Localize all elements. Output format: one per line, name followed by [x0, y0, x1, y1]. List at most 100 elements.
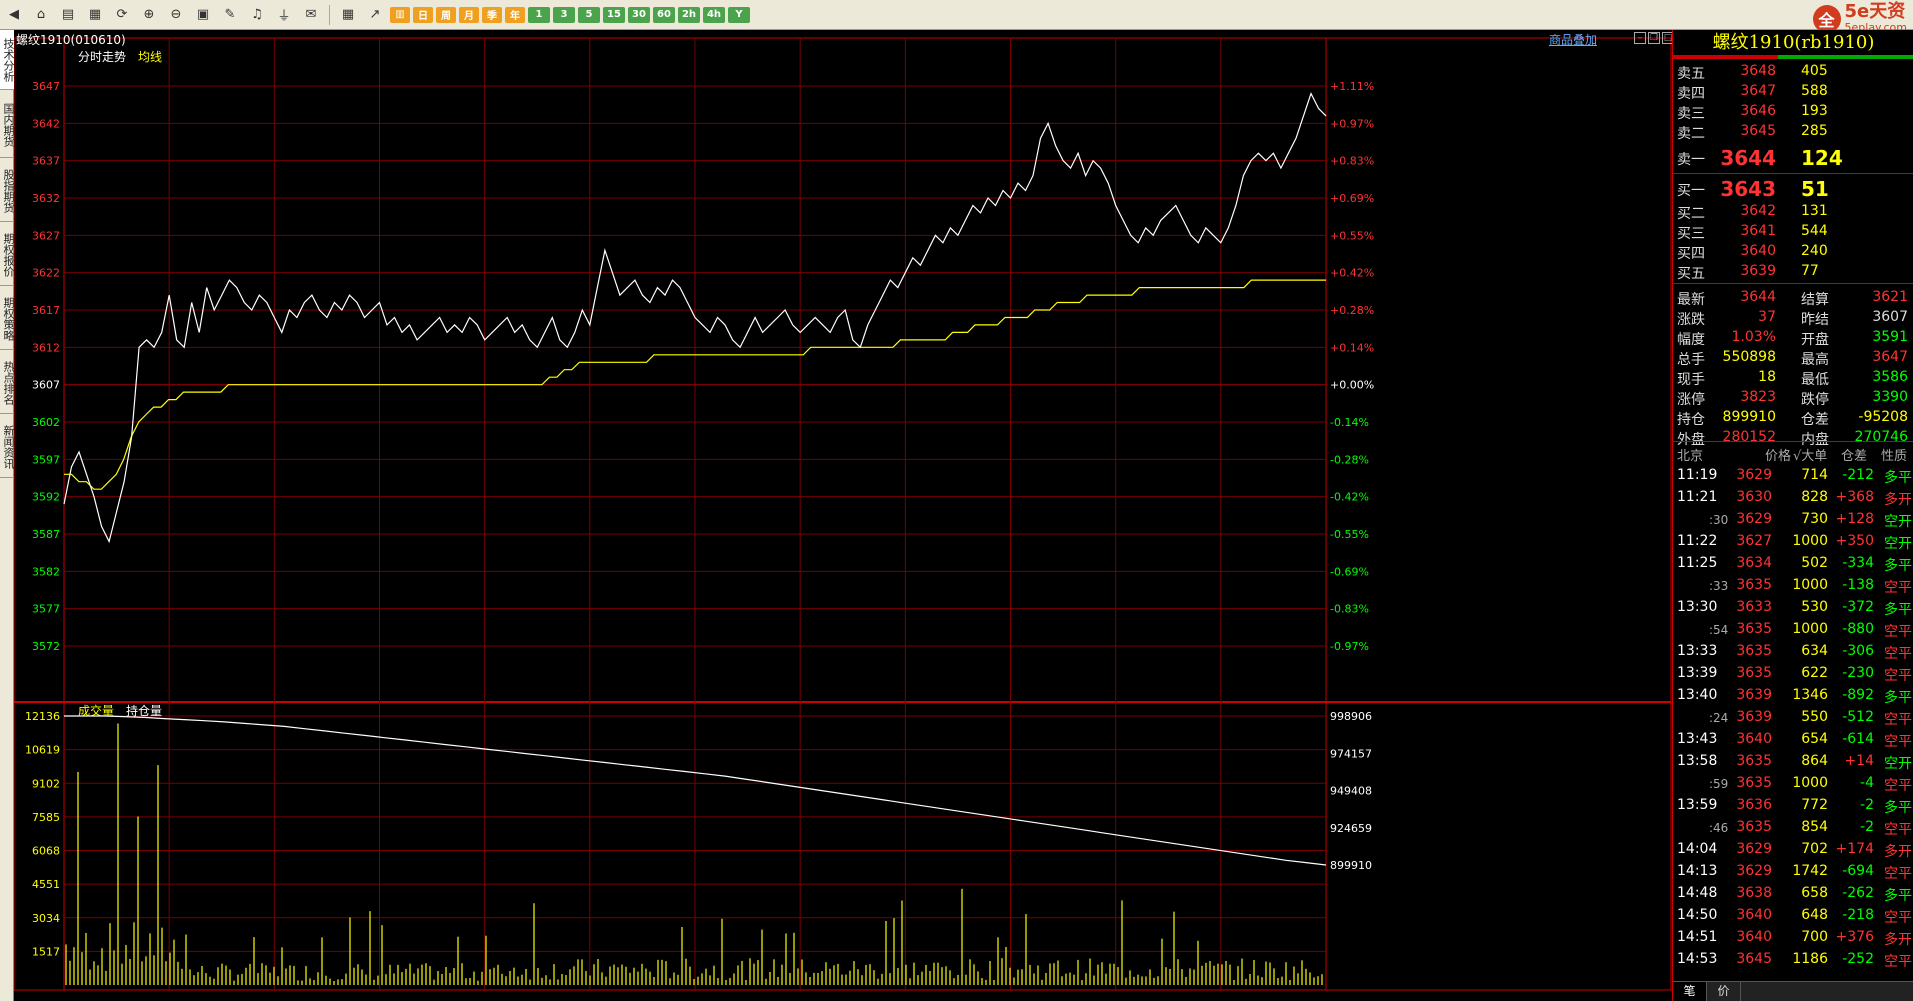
period-year-button[interactable]: 年: [505, 6, 525, 23]
tick-oi-diff: -372: [1842, 599, 1874, 615]
oi-tick-label: 998906: [1330, 710, 1372, 723]
ask-row: 卖二 3645 285: [1673, 122, 1913, 142]
tick-time: 13:40: [1677, 687, 1718, 703]
price-tick-label: 3617: [32, 304, 60, 317]
period-5m-button[interactable]: 5: [578, 6, 600, 23]
tick-time: 14:50: [1677, 907, 1718, 923]
left-tab-1[interactable]: 国内期货: [0, 92, 15, 158]
intraday-chart[interactable]: 3647 +1.11% 3642 +0.97% 3637 +0.83% 3632 +0.69%…: [14, 30, 1672, 1001]
quote-panel-tab-1[interactable]: 价: [1707, 982, 1741, 1001]
period-4h-button[interactable]: 4h: [703, 6, 725, 23]
ticks-header-diff: 仓差: [1841, 449, 1868, 464]
left-tab-3[interactable]: 期权报价: [0, 224, 15, 286]
tick-row: :24 3639 550 -512 空平: [1673, 707, 1913, 729]
pct-tick-label: +0.55%: [1330, 229, 1374, 242]
tick-price: 3629: [1736, 511, 1772, 527]
tick-price: 3635: [1736, 577, 1772, 593]
tick-oi-diff: -212: [1842, 467, 1874, 483]
pct-tick-label: -0.69%: [1330, 565, 1369, 578]
tick-oi-diff: -2: [1860, 797, 1874, 813]
tick-row: 13:39 3635 622 -230 空平: [1673, 663, 1913, 685]
stats-divider: [1673, 441, 1913, 442]
tick-time: 14:51: [1677, 929, 1718, 945]
portfolio-icon[interactable]: ▦: [83, 4, 107, 26]
ticks-header-volume[interactable]: √大单: [1793, 445, 1827, 464]
tick-nature: 空平: [1884, 580, 1912, 596]
ob-level-volume: 51: [1801, 177, 1829, 201]
quote-list-icon[interactable]: ▤: [56, 4, 80, 26]
stat-row: 涨跌 37 昨结 3607: [1673, 308, 1913, 328]
tick-row: 11:19 3629 714 -212 多平: [1673, 465, 1913, 487]
period-week-button[interactable]: 周: [436, 6, 456, 23]
tick-row: :54 3635 1000 -880 空平: [1673, 619, 1913, 641]
pct-tick-label: +0.00%: [1330, 379, 1374, 392]
tick-oi-diff: -218: [1842, 907, 1874, 923]
tick-row: 14:13 3629 1742 -694 空平: [1673, 861, 1913, 883]
period-60m-button[interactable]: 60: [653, 6, 675, 23]
period-30m-button[interactable]: 30: [628, 6, 650, 23]
zoom-out-icon[interactable]: ⊖: [164, 4, 188, 26]
tick-price: 3630: [1736, 489, 1772, 505]
minimize-icon[interactable]: –: [1634, 32, 1646, 44]
ob-level-name: 卖三: [1677, 106, 1705, 122]
price-tick-label: 3622: [32, 267, 60, 280]
ob-level-price: 3639: [1740, 263, 1776, 279]
period-3m-button[interactable]: 3: [553, 6, 575, 23]
tick-oi-diff: +368: [1835, 489, 1874, 505]
left-tab-2[interactable]: 股指期货: [0, 160, 15, 222]
period-15m-button[interactable]: 15: [603, 6, 625, 23]
volume-tick-label: 6068: [32, 845, 60, 858]
price-tick-label: 3572: [32, 640, 60, 653]
stat-value: 37: [1758, 309, 1776, 325]
filter-icon[interactable]: ⏚: [272, 4, 296, 26]
zoom-in-icon[interactable]: ⊕: [137, 4, 161, 26]
back-arrow-icon[interactable]: ◀: [2, 4, 26, 26]
period-month-button[interactable]: 月: [459, 6, 479, 23]
restore-icon[interactable]: ❐: [1648, 32, 1660, 44]
tick-row: 11:21 3630 828 +368 多开: [1673, 487, 1913, 509]
ob-level-name: 买一: [1677, 183, 1705, 199]
bell-icon[interactable]: ♫: [245, 4, 269, 26]
period-1m-button[interactable]: 1: [528, 6, 550, 23]
quote-panel: 螺纹1910(rb1910) 卖五 3648 405 卖四 3647 588 卖三 3646 1…: [1672, 30, 1913, 1001]
left-tab-5[interactable]: 热点排名: [0, 352, 15, 414]
tick-nature: 空平: [1884, 734, 1912, 750]
kline-icon[interactable]: ▥: [390, 6, 410, 23]
bid-1-row: 买一 3643 51: [1673, 177, 1913, 201]
left-tab-6[interactable]: 新闻资讯: [0, 416, 15, 478]
intraday-chart-icon[interactable]: ↗: [363, 4, 387, 26]
stat-name: 仓差: [1801, 412, 1829, 428]
tick-volume: 1346: [1792, 687, 1828, 703]
period-2h-button[interactable]: 2h: [678, 6, 700, 23]
tick-row: 14:48 3638 658 -262 多平: [1673, 883, 1913, 905]
oi-tick-label: 899910: [1330, 859, 1372, 872]
period-y-button[interactable]: Y: [728, 6, 750, 23]
quote-panel-tab-0[interactable]: 笔: [1673, 982, 1707, 1001]
stat-value: 3621: [1872, 289, 1908, 305]
home-icon[interactable]: ⌂: [29, 4, 53, 26]
tick-row: :46 3635 854 -2 空平: [1673, 817, 1913, 839]
table-view-icon[interactable]: ▦: [336, 4, 360, 26]
period-day-button[interactable]: 日: [413, 6, 433, 23]
tick-volume: 1000: [1792, 621, 1828, 637]
window-icon[interactable]: ▣: [191, 4, 215, 26]
period-quarter-button[interactable]: 季: [482, 6, 502, 23]
tick-nature: 空平: [1884, 646, 1912, 662]
left-tab-0[interactable]: 技术分析: [0, 30, 15, 90]
news-icon[interactable]: ✉: [299, 4, 323, 26]
ob-level-price: 3647: [1740, 83, 1776, 99]
overlay-commodity-link[interactable]: 商品叠加: [1549, 31, 1597, 48]
tick-time: 11:25: [1677, 555, 1718, 571]
ob-level-price: 3640: [1740, 243, 1776, 259]
tick-time: 13:33: [1677, 643, 1718, 659]
price-tick-label: 3632: [32, 192, 60, 205]
draw-pen-icon[interactable]: ✎: [218, 4, 242, 26]
refresh-icon[interactable]: ⟳: [110, 4, 134, 26]
tick-volume: 622: [1801, 665, 1828, 681]
tick-price: 3639: [1736, 687, 1772, 703]
pct-tick-label: +0.69%: [1330, 192, 1374, 205]
left-tab-4[interactable]: 期权策略: [0, 288, 15, 350]
stat-row: 现手 18 最低 3586: [1673, 368, 1913, 388]
tick-nature: 多开: [1884, 492, 1912, 508]
pct-tick-label: -0.55%: [1330, 528, 1369, 541]
